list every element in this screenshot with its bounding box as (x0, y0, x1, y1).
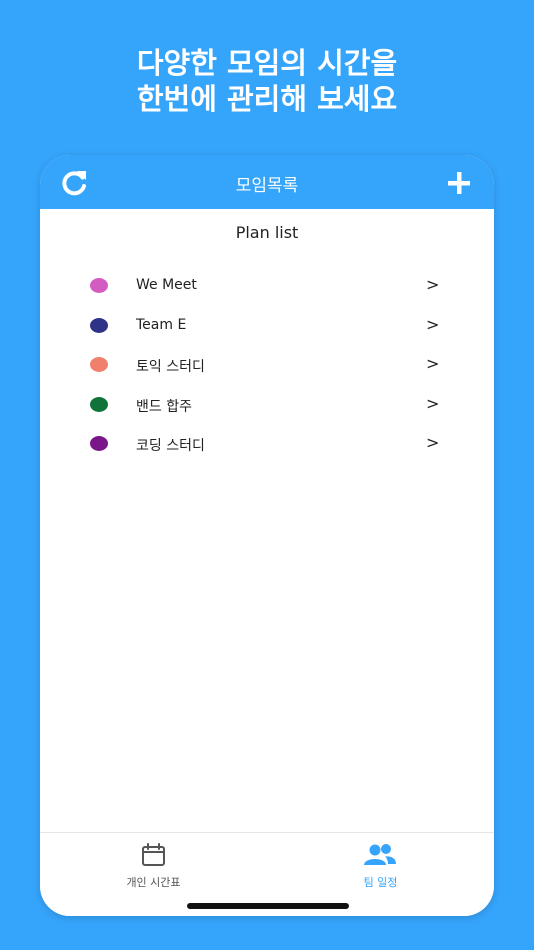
tab-label: 개인 시간표 (126, 876, 181, 889)
plan-color-dot (90, 397, 108, 412)
chevron-right-icon: > (426, 315, 440, 334)
plan-name: 토익 스터디 (136, 359, 205, 375)
plan-color-dot (90, 318, 108, 333)
plan-name: Team E (136, 317, 187, 333)
tab-label: 팀 일정 (363, 876, 398, 889)
chevron-right-icon: > (426, 433, 440, 452)
navigation-bar: 모임목록 (40, 155, 494, 209)
add-plan-button[interactable] (442, 166, 476, 200)
plan-name: We Meet (136, 277, 197, 293)
page-title: 모임목록 (235, 176, 299, 196)
promo-line-1: 다양한 모임의 시간을 (136, 46, 398, 80)
chevron-right-icon: > (426, 275, 440, 294)
plan-item-toeic-study[interactable]: 토익 스터디 > (40, 345, 494, 385)
plan-item-team-e[interactable]: Team E > (40, 306, 494, 346)
plan-color-dot (90, 436, 108, 451)
plan-name: 밴드 합주 (136, 399, 192, 415)
chevron-right-icon: > (426, 354, 440, 373)
plan-item-coding-study[interactable]: 코딩 스터디 > (40, 424, 494, 464)
chevron-right-icon: > (426, 394, 440, 413)
home-indicator (187, 903, 349, 909)
phone-screen: 모임목록 Plan list We Meet > Team E > 토익 스터디… (40, 155, 494, 916)
plan-color-dot (90, 357, 108, 372)
promo-headline: 다양한 모임의 시간을 한번에 관리해 보세요 (0, 45, 534, 117)
tab-personal-timetable[interactable]: 개인 시간표 (40, 833, 267, 903)
plan-color-dot (90, 278, 108, 293)
tab-team-schedule[interactable]: 팀 일정 (267, 833, 494, 903)
plan-item-band-practice[interactable]: 밴드 합주 > (40, 385, 494, 425)
plan-list-title: Plan list (235, 223, 299, 242)
plan-name: 코딩 스터디 (136, 438, 205, 454)
people-icon (364, 844, 396, 865)
promo-line-2: 한번에 관리해 보세요 (136, 82, 398, 116)
plus-icon (448, 172, 470, 194)
plan-item-we-meet[interactable]: We Meet > (40, 266, 494, 306)
calendar-icon (142, 843, 165, 866)
